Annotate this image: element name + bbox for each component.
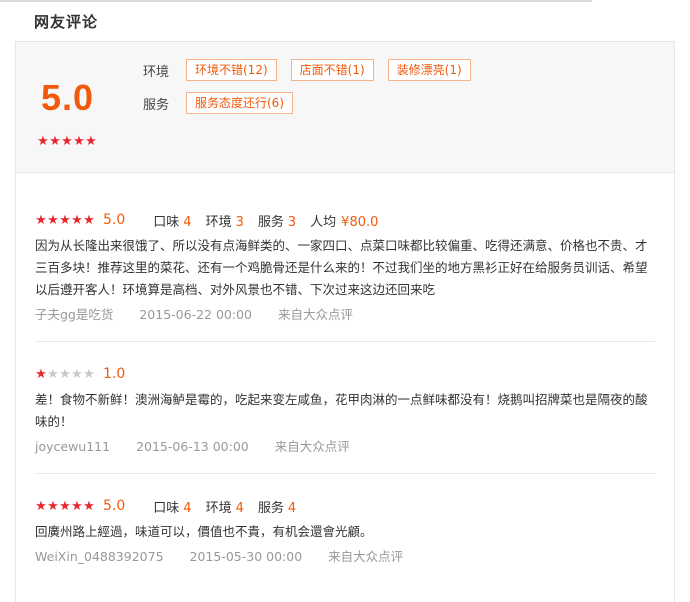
star-icon: ★	[35, 498, 47, 514]
star-icon: ★	[35, 366, 47, 382]
star-icon: ★	[47, 498, 59, 514]
star-icon: ★	[47, 212, 59, 228]
tag-group-service: 服务 服务态度还行(6)	[143, 92, 307, 114]
tag-decoration-nice[interactable]: 装修漂亮(1)	[387, 59, 471, 81]
review-score: 1.0	[103, 366, 126, 382]
review-attr-environment: 环境 3	[205, 214, 244, 230]
star-icon: ★	[73, 134, 85, 149]
star-icon: ★	[37, 134, 49, 149]
review-price: 人均 ¥80.0	[310, 214, 379, 230]
review-time: 2015-05-30 00:00	[189, 549, 303, 564]
star-icon: ★	[61, 134, 73, 149]
review-header: ★★★★★ 5.0 口味 4 环境 4 服务 4	[35, 497, 655, 516]
section-title: 网友评论	[34, 13, 99, 31]
review-attr-service: 服务 3	[257, 214, 297, 230]
review-score: 5.0	[103, 498, 126, 514]
review-item: ★★★★★ 1.0 差！食物不新鲜！澳洲海鲈是霉的，吃起来变左咸鱼，花甲肉淋的一…	[35, 365, 655, 455]
review-score: 5.0	[103, 212, 126, 228]
review-source: 来自大众点评	[274, 439, 350, 454]
review-text: 差！食物不新鲜！澳洲海鲈是霉的，吃起来变左咸鱼，花甲肉淋的一点鲜味都没有！烧鹅叫…	[35, 392, 648, 429]
tag-group-label: 服务	[143, 97, 170, 113]
star-icon: ★	[85, 134, 97, 149]
review-item: ★★★★★ 5.0 口味 4 环境 3 服务 3 人均 ¥80.0 因为从长隆出来很饿了…	[35, 211, 655, 323]
review-star-rating: ★★★★★	[35, 500, 95, 513]
review-meta: 子夫gg是吃货 2015-06-22 00:00 来自大众点评	[35, 304, 655, 323]
overall-score: 5.0	[41, 77, 95, 118]
overall-star-rating: ★★★★★	[37, 132, 97, 148]
review-attr-environment: 环境 4	[205, 500, 244, 516]
review-text: 因为从长隆出来很饿了、所以没有点海鲜类的、一家四口、点菜口味都比较偏重、吃得还满…	[35, 238, 648, 297]
review-source: 来自大众点评	[277, 307, 353, 322]
star-icon: ★	[71, 366, 83, 382]
star-icon: ★	[59, 212, 71, 228]
review-meta: WeiXin_0488392075 2015-05-30 00:00 来自大众点…	[35, 546, 655, 565]
review-user[interactable]: 子夫gg是吃货	[35, 307, 113, 322]
star-icon: ★	[49, 134, 61, 149]
review-attr-taste: 口味 4	[153, 500, 192, 516]
review-attr-taste: 口味 4	[153, 214, 192, 230]
star-icon: ★	[47, 366, 59, 382]
tag-service-ok[interactable]: 服务态度还行(6)	[186, 92, 293, 114]
review-divider	[35, 341, 655, 342]
review-time: 2015-06-13 00:00	[136, 439, 249, 454]
tag-group-label: 环境	[143, 64, 170, 80]
review-source: 来自大众点评	[328, 549, 404, 564]
star-icon: ★	[71, 498, 83, 514]
star-icon: ★	[83, 366, 95, 382]
review-divider	[35, 473, 655, 474]
review-meta: joycewu111 2015-06-13 00:00 来自大众点评	[35, 436, 655, 455]
review-attr-service: 服务 4	[257, 500, 297, 516]
rating-summary: 5.0 ★★★★★ 环境 环境不错(12) 店面不错(1) 装修漂亮(1) 服务…	[16, 42, 674, 173]
review-user[interactable]: joycewu111	[35, 439, 110, 454]
review-user[interactable]: WeiXin_0488392075	[35, 549, 164, 564]
star-icon: ★	[83, 498, 95, 514]
tag-environment-good[interactable]: 环境不错(12)	[186, 59, 277, 81]
star-icon: ★	[83, 212, 95, 228]
star-icon: ★	[35, 212, 47, 228]
tag-store-good[interactable]: 店面不错(1)	[290, 59, 374, 81]
star-icon: ★	[59, 366, 71, 382]
review-star-rating: ★★★★★	[35, 214, 95, 227]
star-icon: ★	[71, 212, 83, 228]
review-header: ★★★★★ 5.0 口味 4 环境 3 服务 3 人均 ¥80.0	[35, 211, 655, 230]
top-divider	[0, 0, 592, 2]
review-item: ★★★★★ 5.0 口味 4 环境 4 服务 4 回廣州路上經過，味道可以，價值也不貴…	[35, 497, 655, 565]
star-icon: ★	[59, 498, 71, 514]
tag-group-environment: 环境 环境不错(12) 店面不错(1) 装修漂亮(1)	[143, 59, 485, 81]
review-header: ★★★★★ 1.0	[35, 365, 655, 383]
review-time: 2015-06-22 00:00	[139, 307, 252, 322]
review-star-rating: ★★★★★	[35, 368, 95, 381]
review-text: 回廣州路上經過，味道可以，價值也不貴，有机会還會光顧。	[35, 524, 373, 539]
